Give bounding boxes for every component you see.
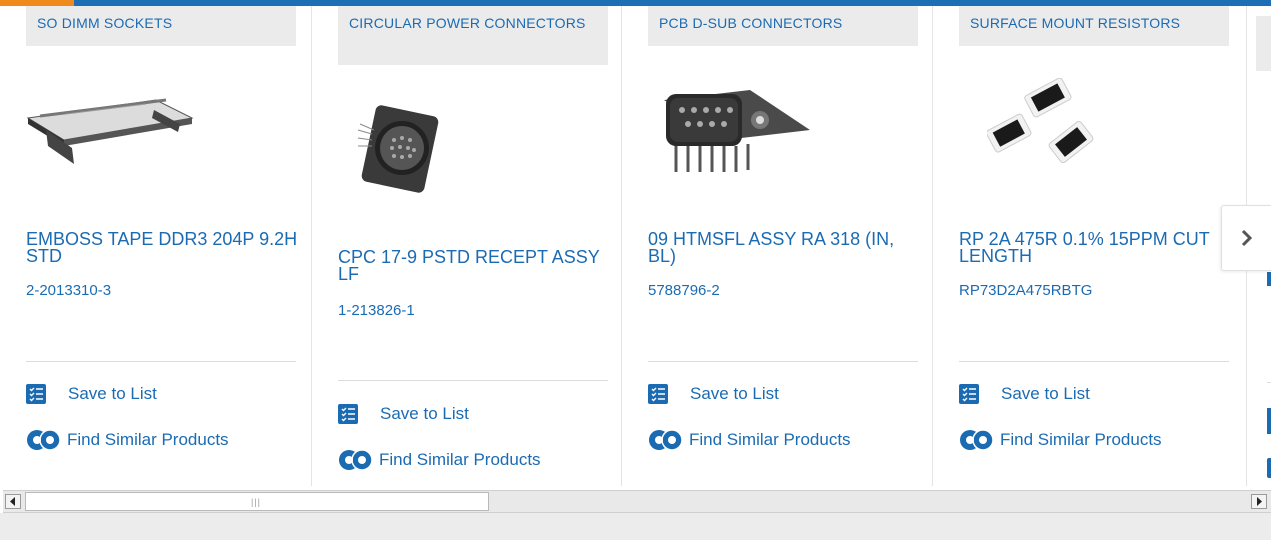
carousel-next-button[interactable] <box>1221 205 1271 271</box>
card-divider <box>959 361 1229 362</box>
find-similar-label: Find Similar Products <box>379 450 541 469</box>
category-label[interactable]: SURFACE MOUNT RESISTORS <box>959 6 1229 46</box>
product-title[interactable]: CPC 17-9 PSTD RECEPT ASSY LF <box>338 248 613 283</box>
part-number[interactable]: 5788796-2 <box>648 282 720 299</box>
card-divider-partial <box>1267 382 1271 383</box>
scroll-right-button[interactable] <box>1251 494 1267 509</box>
find-similar-icon-partial <box>1267 458 1271 478</box>
card-divider <box>648 361 918 362</box>
scroll-left-button[interactable] <box>5 494 21 509</box>
chevron-right-icon <box>1241 229 1252 247</box>
checklist-icon <box>648 384 668 404</box>
part-number[interactable]: 1-213826-1 <box>338 302 415 319</box>
product-image[interactable] <box>986 77 1097 178</box>
horizontal-scrollbar[interactable]: ||| <box>3 490 1271 513</box>
find-similar-icon <box>649 429 683 451</box>
save-to-list-button[interactable]: Save to List <box>338 404 469 424</box>
circular-connector-image <box>357 105 439 193</box>
product-image[interactable] <box>660 84 810 184</box>
product-title[interactable]: EMBOSS TAPE DDR3 204P 9.2H STD <box>26 230 301 265</box>
product-image[interactable] <box>26 94 196 171</box>
checklist-icon <box>959 384 979 404</box>
save-to-list-label: Save to List <box>68 384 157 403</box>
scrollbar-thumb[interactable]: ||| <box>25 492 489 511</box>
page-footer-area <box>0 513 1271 540</box>
category-label[interactable]: PCB D-SUB CONNECTORS <box>648 6 918 46</box>
find-similar-button[interactable]: Find Similar Products <box>26 428 229 452</box>
save-to-list-label: Save to List <box>380 404 469 423</box>
part-number[interactable]: 2-2013310-3 <box>26 282 111 299</box>
find-similar-icon <box>339 449 373 471</box>
find-similar-label: Find Similar Products <box>689 430 851 449</box>
product-card: CIRCULAR POWER CONNECTORS CPC 17-9 PSTD … <box>311 6 621 486</box>
find-similar-label: Find Similar Products <box>67 430 229 449</box>
checklist-icon <box>26 384 46 404</box>
d-sub-connector-image <box>664 90 810 172</box>
category-label[interactable]: SO DIMM SOCKETS <box>26 6 296 46</box>
save-to-list-label: Save to List <box>1001 384 1090 403</box>
product-carousel: SO DIMM SOCKETS EMBOSS TAPE DDR3 204P 9.… <box>0 6 1271 486</box>
so-dimm-socket-image <box>26 98 194 164</box>
card-divider <box>26 361 296 362</box>
save-to-list-button[interactable]: Save to List <box>959 384 1090 404</box>
scrollbar-grip: ||| <box>251 497 262 507</box>
part-number[interactable]: RP73D2A475RBTG <box>959 282 1092 299</box>
product-title-partial <box>1267 272 1271 286</box>
smd-resistor-image <box>986 77 1094 164</box>
find-similar-icon <box>27 429 61 451</box>
product-image[interactable] <box>354 100 444 200</box>
category-label[interactable]: CIRCULAR POWER CONNECTORS <box>338 6 608 65</box>
find-similar-label: Find Similar Products <box>1000 430 1162 449</box>
product-title[interactable]: 09 HTMSFL ASSY RA 318 (IN, BL) <box>648 230 923 265</box>
product-card: PCB D-SUB CONNECTORS 09 HTMSFL ASSY RA 3… <box>621 6 931 486</box>
find-similar-button[interactable]: Find Similar Products <box>959 428 1162 452</box>
save-to-list-button[interactable]: Save to List <box>648 384 779 404</box>
checklist-icon-partial <box>1267 408 1271 434</box>
card-divider <box>338 380 608 381</box>
triangle-right-icon <box>1257 497 1262 506</box>
product-card: SURFACE MOUNT RESISTORS RP 2A 475R 0.1% … <box>932 6 1242 486</box>
triangle-left-icon <box>10 497 15 506</box>
category-label-partial <box>1256 16 1271 71</box>
save-to-list-label: Save to List <box>690 384 779 403</box>
checklist-icon <box>338 404 358 424</box>
save-to-list-button[interactable]: Save to List <box>26 384 157 404</box>
find-similar-button[interactable]: Find Similar Products <box>338 448 541 472</box>
find-similar-button[interactable]: Find Similar Products <box>648 428 851 452</box>
find-similar-icon <box>960 429 994 451</box>
product-title[interactable]: RP 2A 475R 0.1% 15PPM CUT LENGTH <box>959 230 1234 265</box>
product-card: SO DIMM SOCKETS EMBOSS TAPE DDR3 204P 9.… <box>0 6 310 486</box>
